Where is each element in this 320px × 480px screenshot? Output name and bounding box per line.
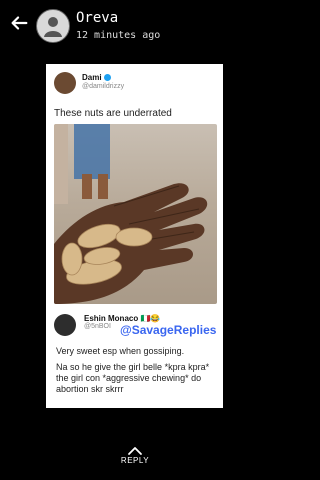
tweet-avatar [54, 72, 76, 94]
avatar[interactable] [36, 9, 70, 43]
contact-name: Oreva [76, 10, 119, 26]
reply-handle: @5nBOI [84, 323, 111, 330]
status-image: Dami @damildrizzy These nuts are underra… [46, 64, 223, 408]
reply-author: Eshin Monaco 🇮🇹😂 [84, 314, 161, 323]
reply-text-1: Very sweet esp when gossiping. [56, 346, 185, 356]
status-header: Oreva 12 minutes ago [0, 0, 270, 52]
reply-label: REPLY [120, 456, 150, 465]
post-time: 12 minutes ago [76, 30, 161, 41]
tweet-text: These nuts are underrated [54, 108, 172, 119]
back-arrow-icon[interactable] [8, 12, 30, 34]
tweet-photo [54, 124, 217, 304]
peanuts-in-hand-image [54, 124, 208, 304]
watermark: @SavageReplies [120, 323, 217, 337]
reply-text-2: Na so he give the girl belle *kpra kpra*… [56, 362, 210, 394]
flag-emoji: 🇮🇹😂 [140, 314, 161, 323]
verified-icon [103, 74, 111, 82]
tweet-author: Dami [82, 73, 111, 82]
tweet-header: Dami @damildrizzy [54, 72, 214, 100]
reply-button[interactable]: REPLY [115, 446, 155, 474]
reply-avatar [54, 314, 76, 336]
tweet-handle: @damildrizzy [82, 83, 125, 90]
chevron-up-icon [128, 447, 142, 455]
reply-tweet: Eshin Monaco 🇮🇹😂 @5nBOI @SavageReplies V… [54, 310, 219, 405]
person-icon [44, 17, 62, 37]
